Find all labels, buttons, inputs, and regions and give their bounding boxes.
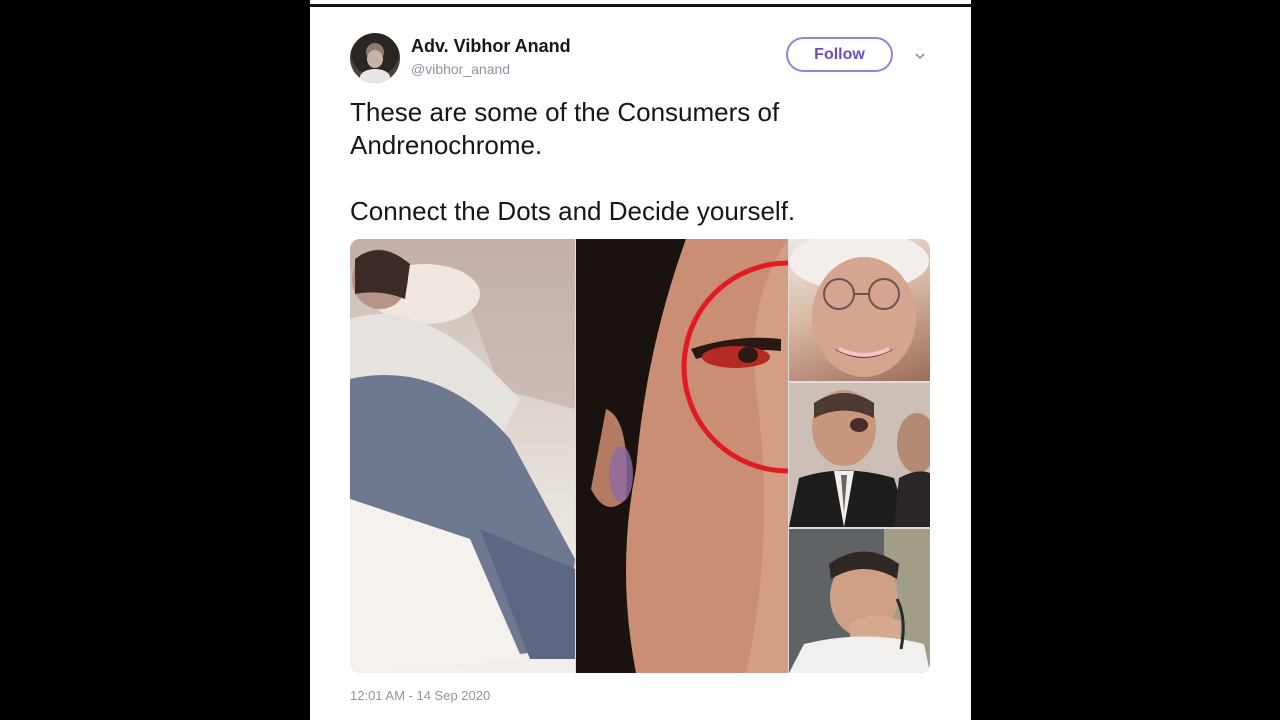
avatar-face [367,50,383,68]
photo-2-illustration [576,239,788,673]
media-photo-5[interactable] [789,529,930,673]
media-grid[interactable] [350,239,930,673]
photo-5-illustration [789,529,930,673]
photo-1-illustration [350,239,575,673]
author-name[interactable]: Adv. Vibhor Anand [411,36,571,57]
chevron-down-icon[interactable] [914,50,926,62]
media-photo-2[interactable] [576,239,788,673]
tweet-card: Adv. Vibhor Anand @vibhor_anand Follow T… [310,0,971,720]
tweet-text-line: Connect the Dots and Decide yourself. [350,196,796,226]
tweet-text: These are some of the Consumers of Andre… [350,96,930,228]
photo-3-illustration [789,239,929,377]
tweet-timestamp[interactable]: 12:01 AM - 14 Sep 2020 [350,688,490,703]
photo-4-illustration [789,383,930,527]
media-photo-1[interactable] [350,239,575,673]
author-handle[interactable]: @vibhor_anand [411,61,510,77]
tweet-text-line: Andrenochrome. [350,130,543,160]
tweet-text-line: These are some of the Consumers of [350,97,780,127]
avatar-shirt [360,69,390,83]
follow-button[interactable]: Follow [786,37,893,72]
media-photo-3[interactable] [789,239,930,381]
top-divider [310,4,971,7]
media-photo-4[interactable] [789,383,930,527]
avatar[interactable] [350,33,400,83]
